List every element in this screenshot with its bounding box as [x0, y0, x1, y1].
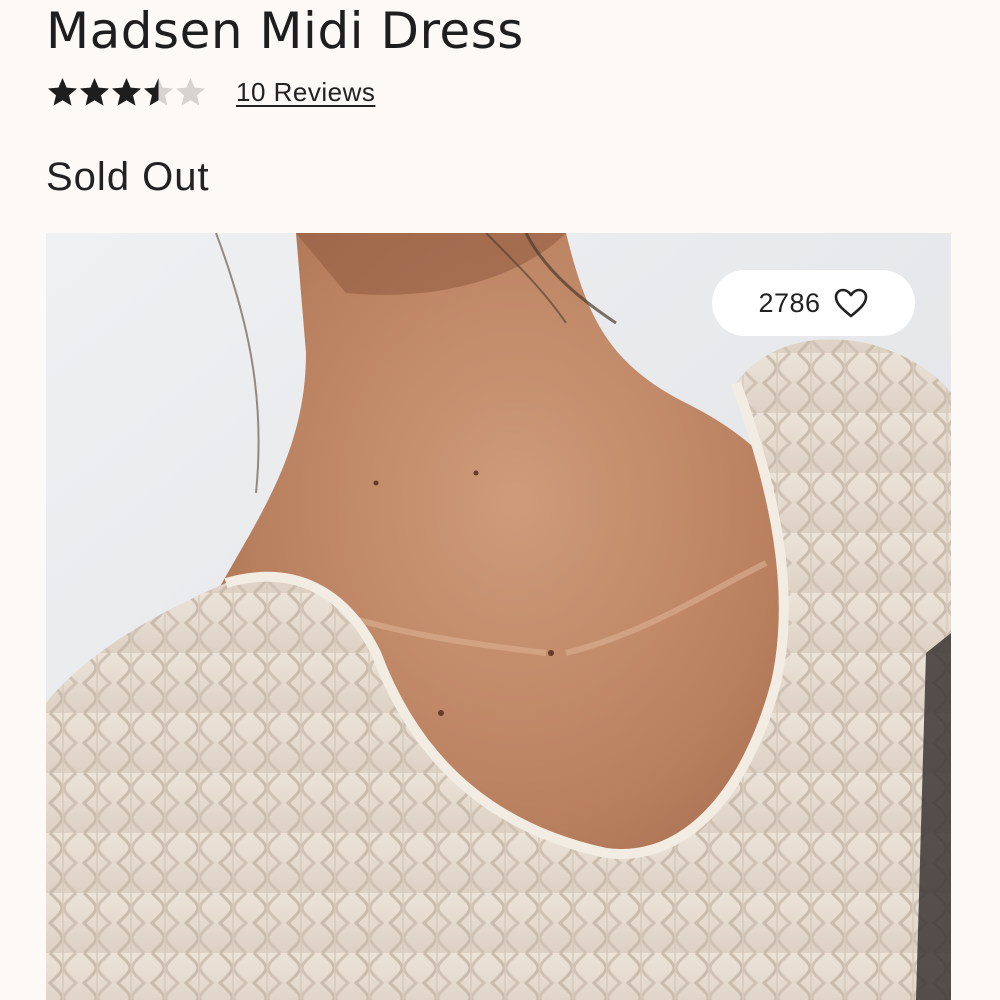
- reviews-link[interactable]: 10 Reviews: [236, 77, 375, 108]
- like-button[interactable]: 2786: [712, 270, 915, 336]
- product-image[interactable]: [46, 233, 951, 1000]
- star-icon: [112, 78, 141, 106]
- star-icon: [48, 78, 77, 106]
- model-photo: [46, 233, 951, 1000]
- product-title: Madsen Midi Dress: [46, 2, 524, 60]
- heart-icon: [834, 288, 867, 318]
- availability-status: Sold Out: [46, 155, 210, 199]
- star-rating[interactable]: [46, 76, 206, 109]
- star-icon: [144, 78, 173, 106]
- rating-row: 10 Reviews: [46, 76, 375, 109]
- star-icon: [176, 78, 205, 106]
- star-icon: [80, 78, 109, 106]
- like-count: 2786: [758, 287, 821, 318]
